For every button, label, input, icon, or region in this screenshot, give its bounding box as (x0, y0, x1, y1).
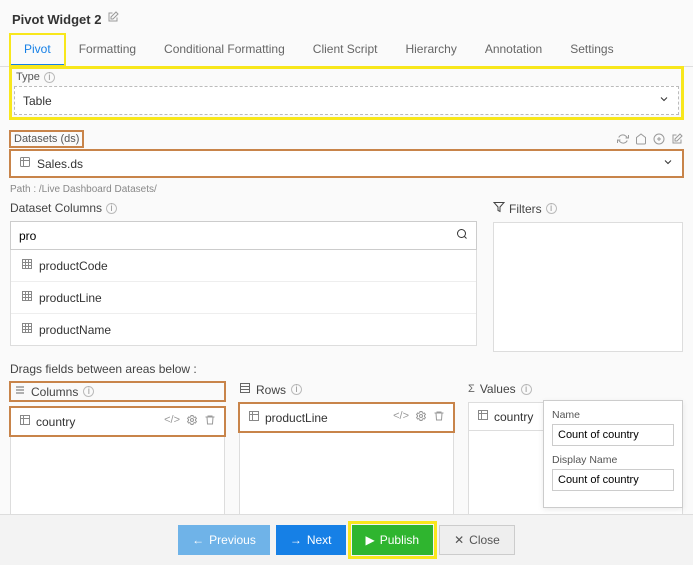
widget-title: Pivot Widget 2 (12, 12, 101, 27)
chevron-down-icon (658, 93, 670, 108)
value-settings-popover: Name Display Name (543, 400, 683, 508)
name-label: Name (552, 409, 674, 421)
tab-pivot[interactable]: Pivot (10, 34, 65, 66)
filters-label: Filters (509, 202, 542, 216)
dataset-icon (19, 156, 31, 171)
tab-bar: Pivot Formatting Conditional Formatting … (0, 34, 693, 67)
add-icon[interactable] (653, 133, 665, 148)
info-icon[interactable]: i (521, 384, 532, 395)
type-value: Table (23, 94, 52, 108)
previous-button[interactable]: ← Previous (178, 525, 270, 555)
rows-chip[interactable]: productLine </> (239, 403, 454, 432)
filter-icon (493, 201, 505, 216)
column-icon (477, 409, 489, 424)
info-icon[interactable]: i (546, 203, 557, 214)
tab-annotation[interactable]: Annotation (471, 34, 556, 66)
refresh-icon[interactable] (617, 133, 629, 148)
columns-dropzone[interactable] (10, 436, 225, 524)
dataset-columns-label: Dataset Columns (10, 201, 102, 215)
tab-client-script[interactable]: Client Script (299, 34, 392, 66)
publish-button[interactable]: ▶ Publish (352, 525, 434, 555)
drag-instruction: Drags fields between areas below : (0, 352, 693, 382)
search-icon (456, 228, 468, 243)
play-icon: ▶ (366, 533, 375, 547)
rows-dropzone[interactable] (239, 432, 454, 520)
arrow-left-icon: ← (192, 533, 204, 547)
close-button[interactable]: ✕ Close (439, 525, 515, 555)
edit-icon[interactable] (107, 10, 119, 28)
trash-icon[interactable] (204, 414, 216, 429)
type-label: Type (16, 71, 40, 83)
column-icon (248, 410, 260, 425)
column-icon (21, 258, 33, 273)
type-select[interactable]: Table (14, 86, 679, 115)
close-icon: ✕ (454, 533, 464, 547)
arrow-right-icon: → (290, 533, 302, 547)
dataset-path: Path : /Live Dashboard Datasets/ (0, 181, 693, 201)
tab-conditional-formatting[interactable]: Conditional Formatting (150, 34, 299, 66)
zone-rows-label: Rows (256, 383, 286, 397)
edit-ds-icon[interactable] (671, 133, 683, 148)
info-icon[interactable]: i (83, 386, 94, 397)
columns-icon (14, 384, 26, 399)
tab-formatting[interactable]: Formatting (65, 34, 150, 66)
tab-hierarchy[interactable]: Hierarchy (391, 34, 470, 66)
code-icon[interactable]: </> (393, 410, 409, 425)
sigma-icon: Σ (468, 383, 475, 395)
column-item[interactable]: productCode (11, 250, 476, 282)
filters-dropzone[interactable] (493, 222, 683, 352)
dataset-select[interactable]: Sales.ds (10, 150, 683, 177)
zone-columns-label: Columns (31, 385, 78, 399)
rows-icon (239, 382, 251, 397)
name-input[interactable] (552, 424, 674, 446)
column-item[interactable]: productName (11, 314, 476, 345)
zone-values-label: Values (480, 382, 516, 396)
home-icon[interactable] (635, 133, 647, 148)
column-item[interactable]: productLine (11, 282, 476, 314)
datasets-label: Datasets (ds) (14, 133, 79, 145)
next-button[interactable]: → Next (276, 525, 346, 555)
info-icon[interactable]: i (291, 384, 302, 395)
column-icon (21, 290, 33, 305)
code-icon[interactable]: </> (164, 414, 180, 429)
info-icon[interactable]: i (44, 72, 55, 83)
display-name-label: Display Name (552, 454, 674, 466)
dataset-value: Sales.ds (37, 157, 83, 171)
gear-icon[interactable] (186, 414, 198, 429)
search-input[interactable] (19, 229, 456, 243)
column-search[interactable] (10, 221, 477, 250)
display-name-input[interactable] (552, 469, 674, 491)
column-icon (21, 322, 33, 337)
chevron-down-icon (662, 156, 674, 171)
trash-icon[interactable] (433, 410, 445, 425)
gear-icon[interactable] (415, 410, 427, 425)
info-icon[interactable]: i (106, 203, 117, 214)
column-icon (19, 414, 31, 429)
tab-settings[interactable]: Settings (556, 34, 627, 66)
columns-chip[interactable]: country </> (10, 407, 225, 436)
